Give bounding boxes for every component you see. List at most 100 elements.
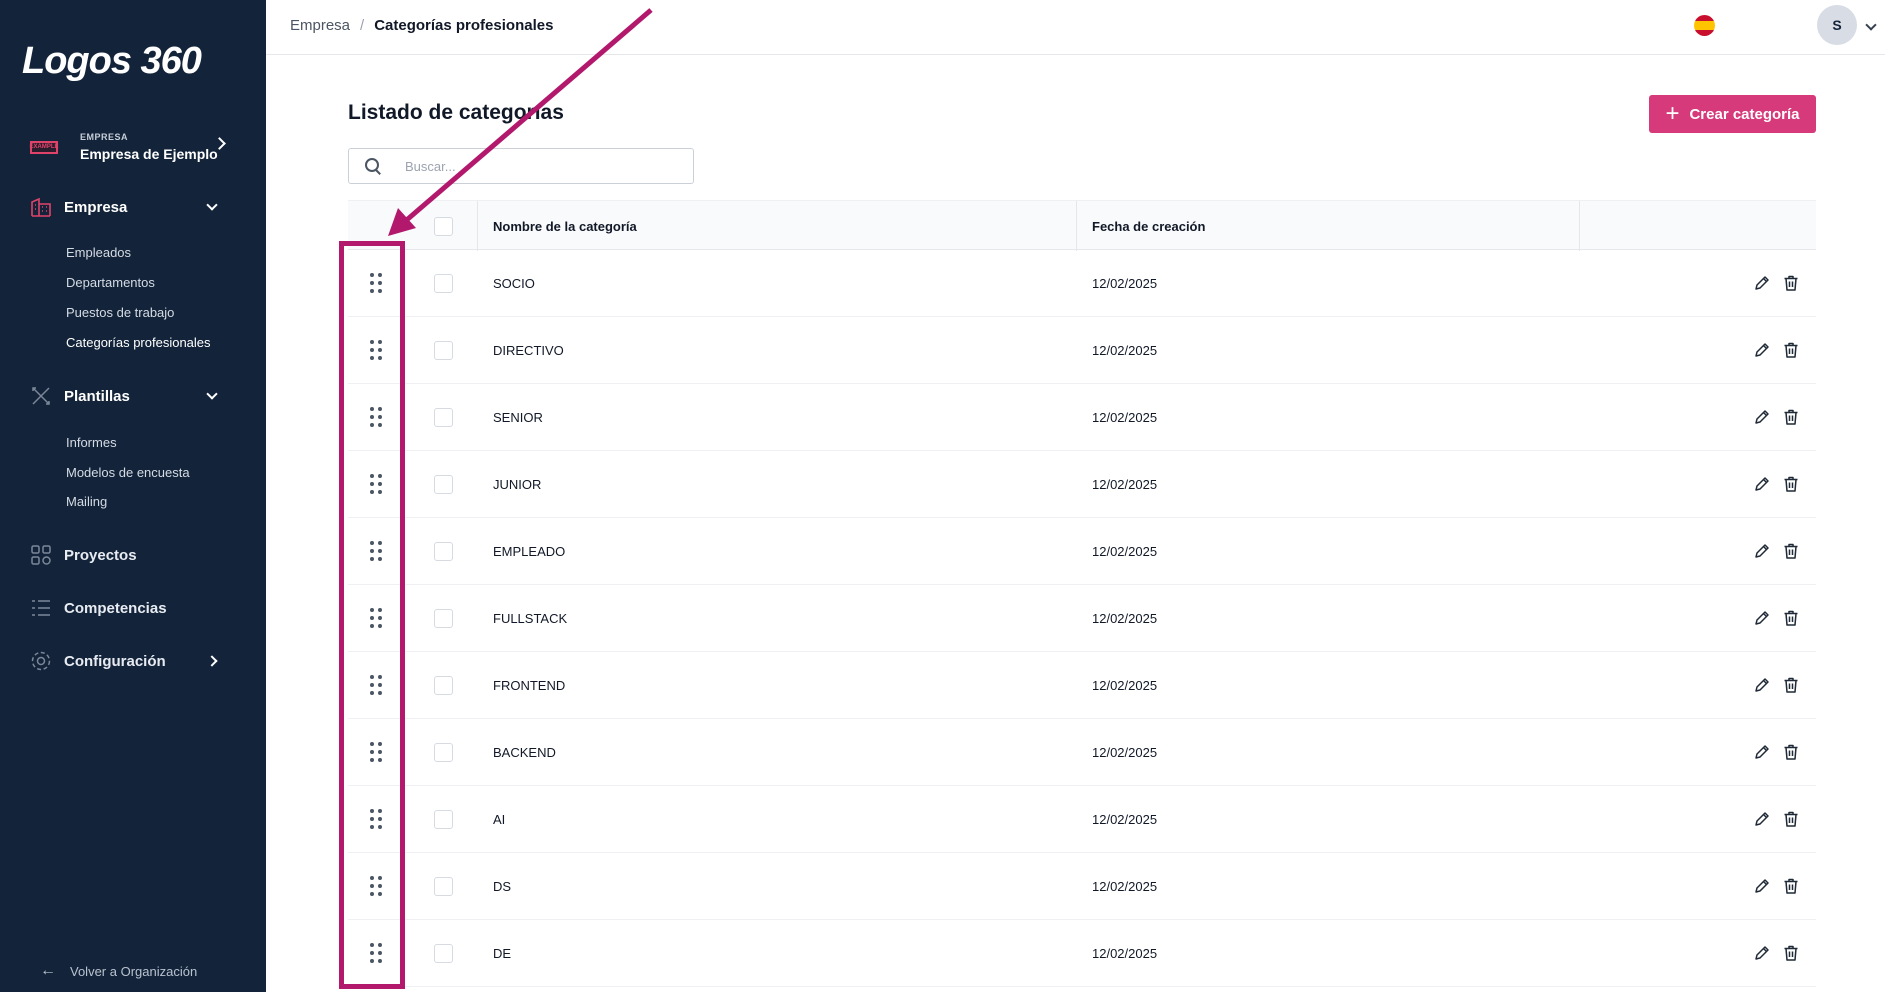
building-icon	[30, 196, 52, 218]
avatar[interactable]: S	[1817, 5, 1857, 45]
creation-date: 12/02/2025	[1092, 342, 1158, 358]
create-category-button[interactable]: + Crear categoría	[1649, 95, 1816, 133]
nav-section-configuracion[interactable]: Configuración	[30, 648, 246, 674]
chevron-down-icon[interactable]	[1865, 19, 1877, 31]
drag-handle-icon[interactable]	[370, 273, 382, 293]
trash-icon[interactable]	[1782, 475, 1800, 493]
creation-date: 12/02/2025	[1092, 677, 1158, 693]
drag-handle-icon[interactable]	[370, 742, 382, 762]
creation-date: 12/02/2025	[1092, 409, 1158, 425]
edit-pencil-icon[interactable]	[1753, 944, 1771, 962]
row-checkbox[interactable]	[434, 474, 453, 494]
select-all-checkbox[interactable]	[434, 216, 453, 236]
sidebar-item-modelos-encuesta[interactable]: Modelos de encuesta	[66, 465, 190, 480]
delete-cell	[1782, 585, 1800, 651]
sidebar-item-mailing[interactable]: Mailing	[66, 494, 107, 509]
table-row[interactable]: BACKEND 12/02/2025	[348, 719, 1816, 786]
row-checkbox[interactable]	[434, 742, 453, 762]
table-row[interactable]: SOCIO 12/02/2025	[348, 250, 1816, 317]
sidebar-item-puestos[interactable]: Puestos de trabajo	[66, 305, 174, 320]
trash-icon[interactable]	[1782, 877, 1800, 895]
trash-icon[interactable]	[1782, 743, 1800, 761]
edit-pencil-icon[interactable]	[1753, 810, 1771, 828]
drag-handle-icon[interactable]	[370, 474, 382, 494]
sidebar-item-departamentos[interactable]: Departamentos	[66, 275, 155, 290]
row-checkbox[interactable]	[434, 809, 453, 829]
trash-icon[interactable]	[1782, 944, 1800, 962]
drag-handle-icon[interactable]	[370, 407, 382, 427]
table-row[interactable]: FRONTEND 12/02/2025	[348, 652, 1816, 719]
drag-handle-cell	[370, 451, 382, 517]
edit-pencil-icon[interactable]	[1753, 475, 1771, 493]
table-row[interactable]: DE 12/02/2025	[348, 920, 1816, 987]
row-checkbox[interactable]	[434, 943, 453, 963]
nav-section-proyectos[interactable]: Proyectos	[30, 542, 246, 568]
back-to-organization-link[interactable]: ← Volver a Organización	[40, 962, 197, 980]
table-row[interactable]: FULLSTACK 12/02/2025	[348, 585, 1816, 652]
breadcrumb-link-empresa[interactable]: Empresa	[290, 17, 350, 34]
table-row[interactable]: EMPLEADO 12/02/2025	[348, 518, 1816, 585]
sidebar-item-empleados[interactable]: Empleados	[66, 245, 131, 260]
delete-cell	[1782, 652, 1800, 718]
delete-cell	[1782, 786, 1800, 852]
trash-icon[interactable]	[1782, 609, 1800, 627]
column-header-name[interactable]: Nombre de la categoría	[493, 201, 637, 251]
sidebar-item-informes[interactable]: Informes	[66, 435, 117, 450]
creation-date: 12/02/2025	[1092, 476, 1158, 492]
edit-pencil-icon[interactable]	[1753, 609, 1771, 627]
row-checkbox[interactable]	[434, 876, 453, 896]
drag-handle-icon[interactable]	[370, 809, 382, 829]
sidebar: Logos 360 EXAMPLE EMPRESA Empresa de Eje…	[0, 0, 266, 992]
drag-handle-cell	[370, 719, 382, 785]
row-checkbox[interactable]	[434, 407, 453, 427]
edit-pencil-icon[interactable]	[1753, 743, 1771, 761]
edit-cell	[1753, 451, 1771, 517]
table-row[interactable]: AI 12/02/2025	[348, 786, 1816, 853]
edit-pencil-icon[interactable]	[1753, 542, 1771, 560]
edit-pencil-icon[interactable]	[1753, 408, 1771, 426]
drag-handle-cell	[370, 518, 382, 584]
trash-icon[interactable]	[1782, 542, 1800, 560]
nav-label: Competencias	[64, 599, 167, 617]
trash-icon[interactable]	[1782, 408, 1800, 426]
table-row[interactable]: JUNIOR 12/02/2025	[348, 451, 1816, 518]
nav-label: Proyectos	[64, 546, 137, 564]
search-input[interactable]	[405, 158, 665, 174]
edit-pencil-icon[interactable]	[1753, 877, 1771, 895]
drag-handle-icon[interactable]	[370, 876, 382, 896]
row-checkbox[interactable]	[434, 541, 453, 561]
row-checkbox[interactable]	[434, 273, 453, 293]
edit-pencil-icon[interactable]	[1753, 676, 1771, 694]
row-checkbox[interactable]	[434, 340, 453, 360]
nav-section-plantillas[interactable]: Plantillas	[30, 383, 246, 409]
trash-icon[interactable]	[1782, 274, 1800, 292]
edit-pencil-icon[interactable]	[1753, 341, 1771, 359]
creation-date: 12/02/2025	[1092, 811, 1158, 827]
drag-handle-icon[interactable]	[370, 340, 382, 360]
trash-icon[interactable]	[1782, 341, 1800, 359]
categories-table: Nombre de la categoría Fecha de creación…	[348, 200, 1816, 987]
logo[interactable]: Logos 360	[22, 36, 202, 86]
table-row[interactable]: DS 12/02/2025	[348, 853, 1816, 920]
table-row[interactable]: SENIOR 12/02/2025	[348, 384, 1816, 451]
row-checkbox[interactable]	[434, 608, 453, 628]
company-selector[interactable]: EXAMPLE EMPRESA Empresa de Ejemplo	[30, 126, 246, 168]
checkbox-cell	[434, 250, 453, 316]
column-header-date[interactable]: Fecha de creación	[1092, 201, 1205, 251]
table-row[interactable]: DIRECTIVO 12/02/2025	[348, 317, 1816, 384]
trash-icon[interactable]	[1782, 810, 1800, 828]
edit-pencil-icon[interactable]	[1753, 274, 1771, 292]
drag-handle-icon[interactable]	[370, 608, 382, 628]
checkbox-cell	[434, 518, 453, 584]
language-flag-icon[interactable]	[1694, 15, 1715, 36]
drag-handle-icon[interactable]	[370, 943, 382, 963]
trash-icon[interactable]	[1782, 676, 1800, 694]
nav-section-competencias[interactable]: Competencias	[30, 595, 246, 621]
delete-cell	[1782, 920, 1800, 986]
drag-handle-icon[interactable]	[370, 541, 382, 561]
row-checkbox[interactable]	[434, 675, 453, 695]
edit-cell	[1753, 786, 1771, 852]
drag-handle-icon[interactable]	[370, 675, 382, 695]
nav-section-empresa[interactable]: Empresa	[30, 194, 246, 220]
sidebar-item-categorias[interactable]: Categorías profesionales	[66, 335, 211, 350]
